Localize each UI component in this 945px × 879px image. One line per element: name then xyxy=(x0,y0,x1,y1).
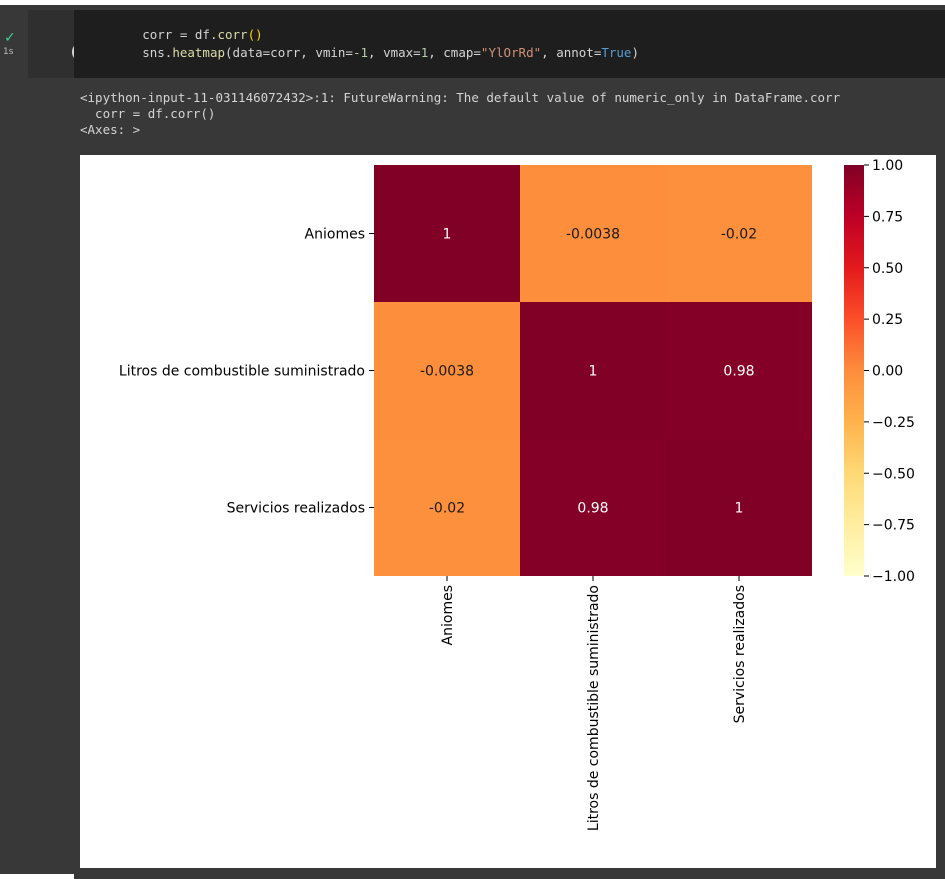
colorbar-tick-label: 0.75 xyxy=(872,209,903,225)
code-token: ) xyxy=(631,45,639,60)
code-token: , annot= xyxy=(541,45,602,60)
code-token: sns. xyxy=(142,45,173,60)
axes-repr: <Axes: > xyxy=(80,122,141,137)
colorbar xyxy=(844,165,864,576)
run-button-area xyxy=(28,10,92,78)
colorbar-tick-label: 1.00 xyxy=(872,158,903,174)
warning-code-line: corr = df.corr() xyxy=(80,106,216,121)
execution-time: 1s xyxy=(3,47,14,57)
code-token: (data=corr, vmin= xyxy=(225,45,353,60)
y-tick-label: Litros de combustible suministrado xyxy=(119,364,365,380)
code-token: True xyxy=(601,45,632,60)
code-token: , vmax= xyxy=(368,45,421,60)
check-icon: ✓ xyxy=(4,30,16,46)
code-editor[interactable]: corr = df.corr() sns.heatmap(data=corr, … xyxy=(74,10,945,78)
colorbar-tick-label: 0.50 xyxy=(872,261,903,277)
heatmap-svg: 1 -0.0038 -0.02 -0.0038 1 0.98 -0.02 0.98 1 Aniom… xyxy=(119,158,915,831)
code-token: "YlOrRd" xyxy=(480,45,542,60)
code-line-2[interactable]: sns.heatmap(data=corr, vmin=-1, vmax=1, … xyxy=(82,30,639,75)
notebook-frame: ✓ 1s corr = df.corr() sns.heatmap(data=c… xyxy=(0,5,945,879)
code-token: , cmap= xyxy=(428,45,481,60)
cell-annotation: 0.98 xyxy=(723,364,754,380)
heatmap-figure: 1 -0.0038 -0.02 -0.0038 1 0.98 -0.02 0.98 1 Aniom… xyxy=(80,155,936,868)
colorbar-tick-label: −0.50 xyxy=(872,466,915,482)
x-tick-label: Litros de combustible suministrado xyxy=(586,585,602,831)
code-token: heatmap xyxy=(172,45,226,60)
x-tick-label: Aniomes xyxy=(440,585,456,645)
x-tick-label: Servicios realizados xyxy=(732,585,748,723)
cell-annotation: 1 xyxy=(443,227,452,243)
y-tick-label: Aniomes xyxy=(305,227,365,243)
warning-line: <ipython-input-11-031146072432>:1: Futur… xyxy=(80,90,841,105)
colorbar-tick-label: 0.25 xyxy=(872,312,903,328)
cell-annotation: 0.98 xyxy=(577,501,608,517)
code-token: -1 xyxy=(352,45,369,60)
colorbar-tick-label: 0.00 xyxy=(872,364,903,380)
y-tick-label: Servicios realizados xyxy=(227,501,365,517)
colorbar-tick-label: −1.00 xyxy=(872,569,915,585)
colorbar-tick-label: −0.75 xyxy=(872,518,915,534)
cell-gutter: ✓ 1s xyxy=(0,5,28,874)
cell-annotation: -0.02 xyxy=(429,501,465,517)
cell-annotation: -0.0038 xyxy=(566,227,620,243)
cell-annotation: -0.0038 xyxy=(420,364,474,380)
colorbar-tick-label: −0.25 xyxy=(872,415,915,431)
cell-annotation: -0.02 xyxy=(721,227,757,243)
cell-annotation: 1 xyxy=(735,501,744,517)
cell-annotation: 1 xyxy=(589,364,598,380)
